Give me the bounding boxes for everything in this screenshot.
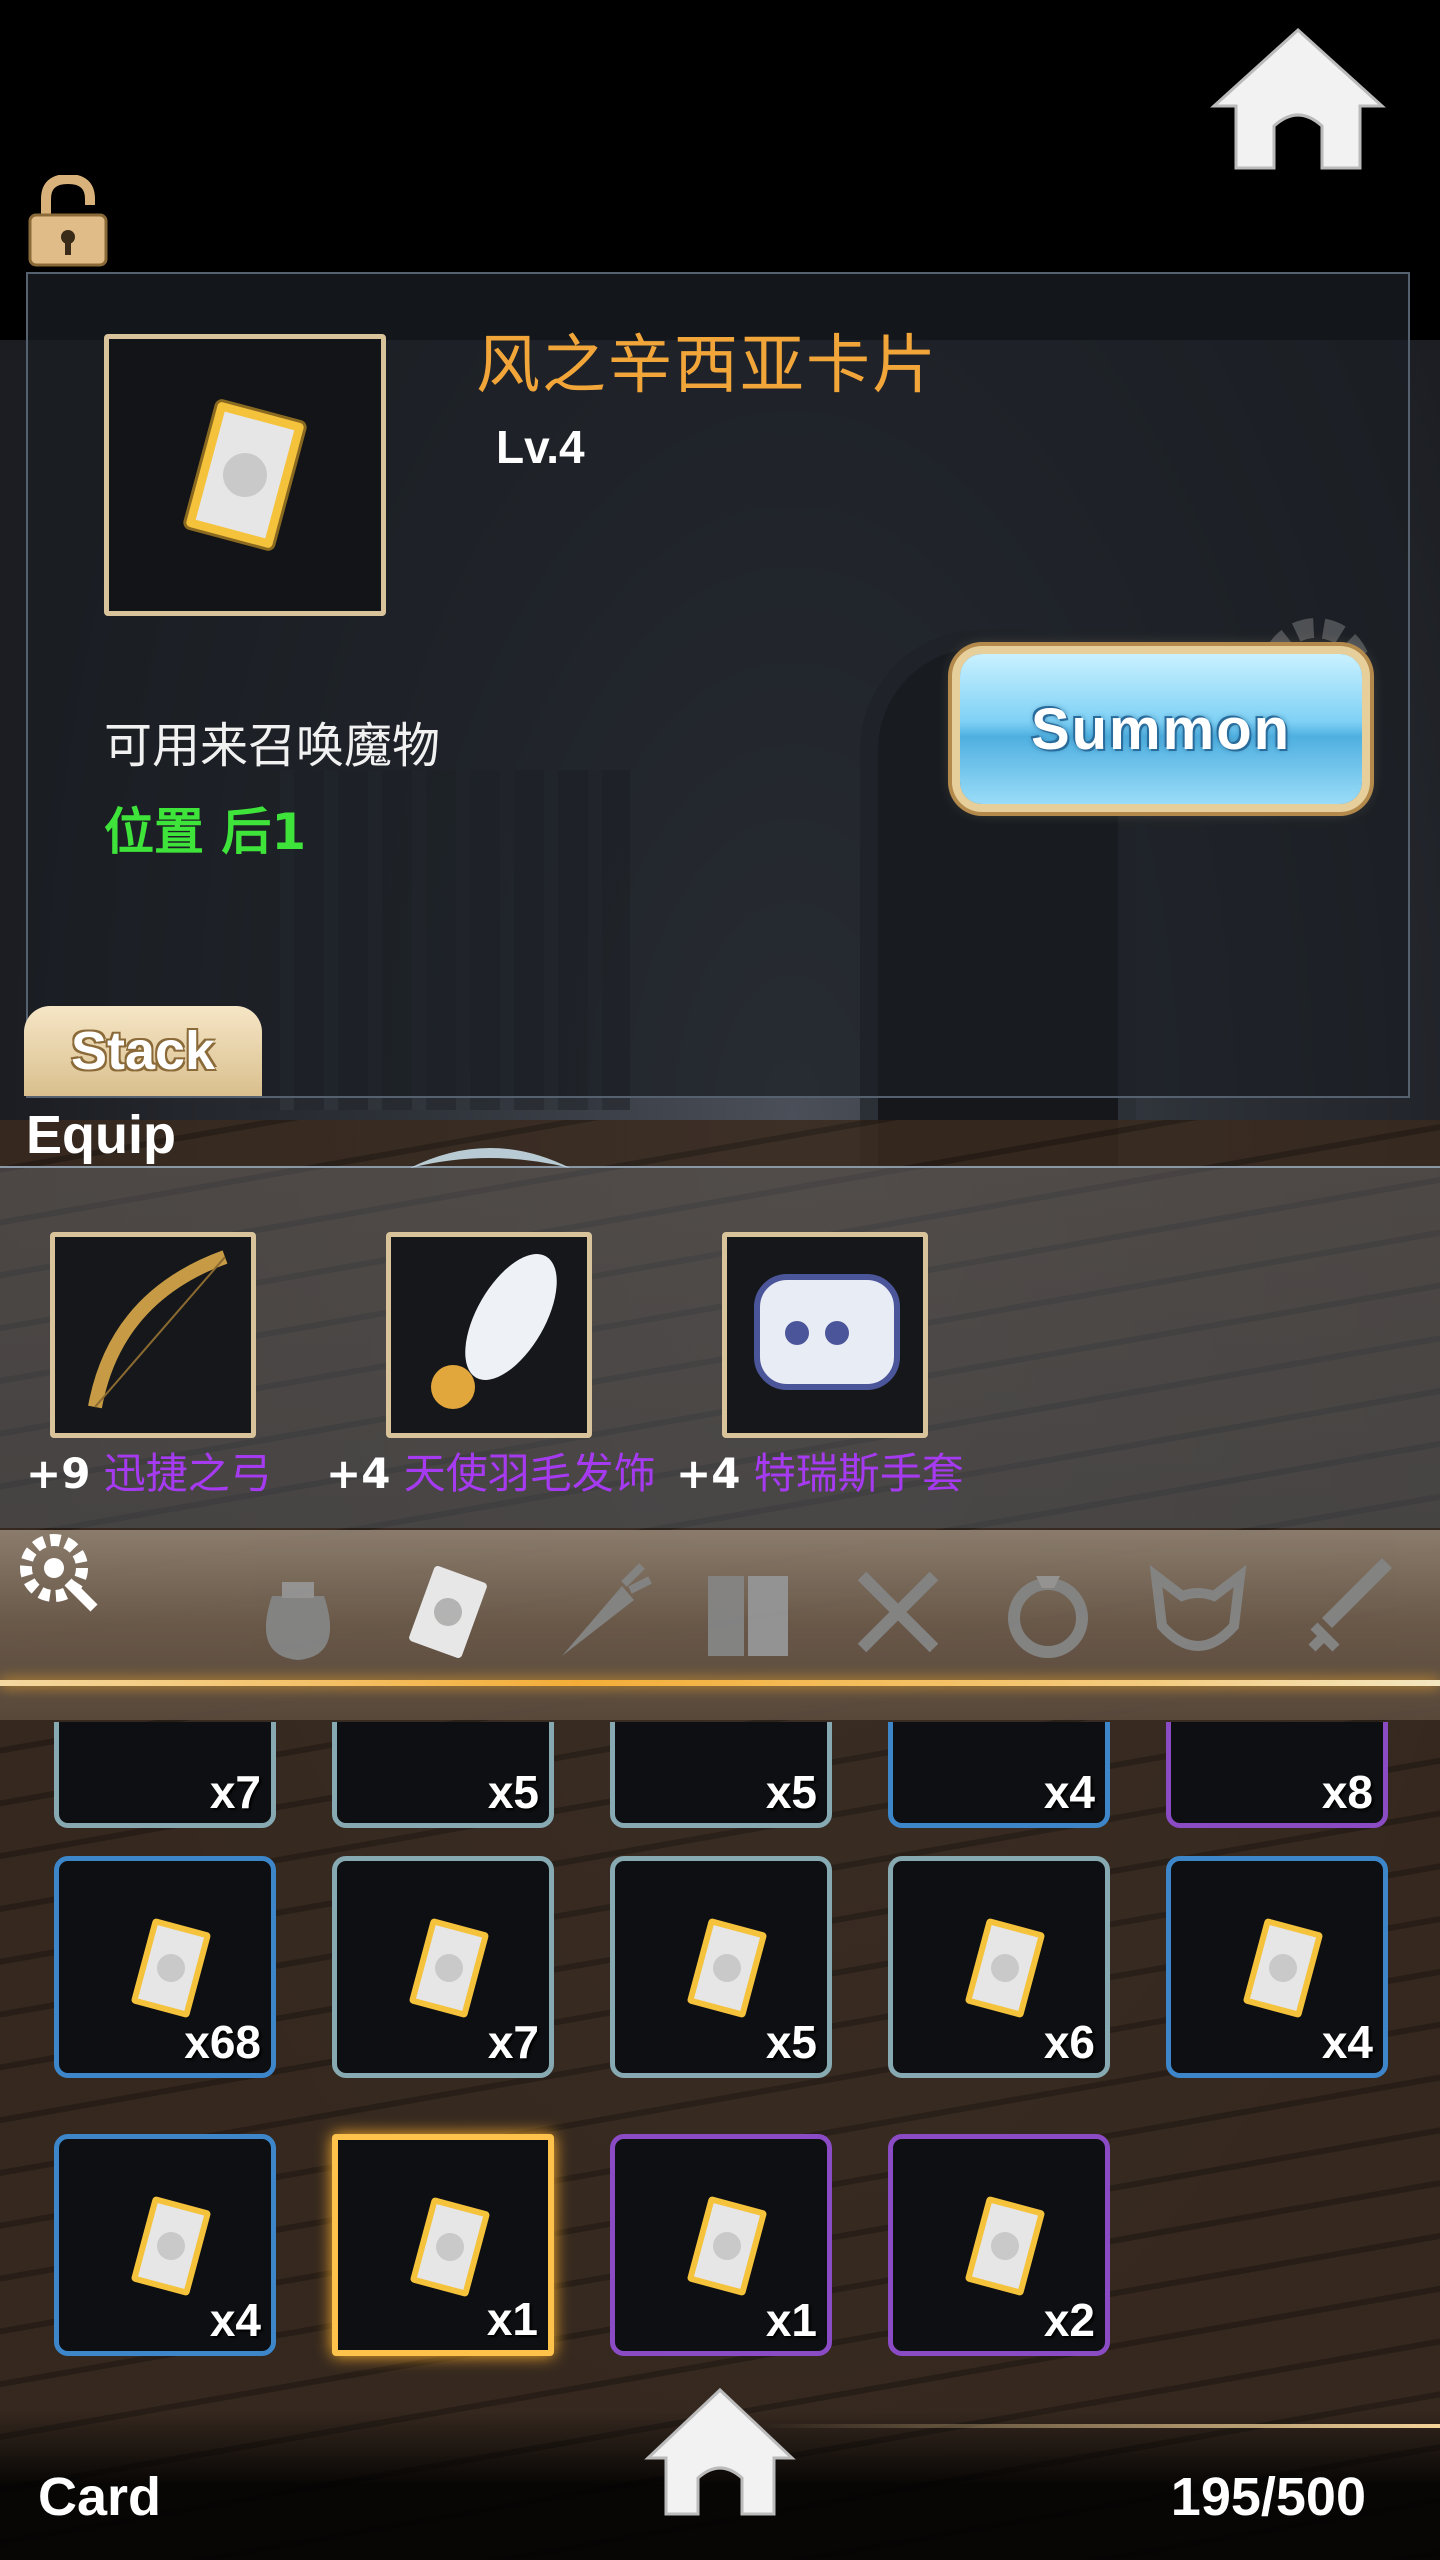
inventory-slot[interactable]: x4: [888, 1722, 1110, 1828]
equip-name-2: +4 天使羽毛发饰: [326, 1440, 656, 1501]
item-count: x6: [1043, 2016, 1095, 2068]
inventory-slot[interactable]: x68: [54, 1856, 276, 2078]
bottom-divider: [760, 2424, 1440, 2428]
item-count: x7: [209, 1766, 261, 1818]
section-label: Card: [38, 2467, 162, 2527]
inventory-slot-selected[interactable]: x1: [332, 2134, 554, 2356]
item-level: Lv.4: [496, 421, 585, 473]
summon-button[interactable]: Summon: [960, 654, 1362, 804]
inventory-slot[interactable]: x5: [610, 1856, 832, 2078]
equip-item-name: 特瑞斯手套: [753, 1449, 964, 1498]
inventory-slot[interactable]: x2: [888, 2134, 1110, 2356]
equip-slot-gauntlet[interactable]: [722, 1232, 928, 1438]
item-count: x5: [487, 1766, 539, 1818]
item-count: x1: [486, 2293, 538, 2345]
inventory-slot[interactable]: x6: [888, 1856, 1110, 2078]
equip-item-name: 天使羽毛发饰: [403, 1449, 656, 1498]
utensils-icon[interactable]: [842, 1556, 954, 1668]
stack-tab[interactable]: Stack: [24, 1006, 262, 1096]
card-icon: [131, 1918, 211, 2018]
item-count: x68: [184, 2016, 261, 2068]
home-icon[interactable]: [644, 2386, 796, 2518]
inventory-slot[interactable]: x7: [332, 1856, 554, 2078]
item-count: x5: [765, 2016, 817, 2068]
inventory-slot[interactable]: x8: [1166, 1722, 1388, 1828]
equip-plus: +4: [326, 1449, 391, 1498]
carrot-icon[interactable]: [542, 1556, 654, 1668]
ornament-icon: [410, 1148, 570, 1168]
inventory-slot[interactable]: x4: [1166, 1856, 1388, 2078]
inventory-slot[interactable]: x5: [610, 1722, 832, 1828]
item-count: x4: [209, 2294, 261, 2346]
equip-plus: +9: [26, 1449, 91, 1498]
bow-icon: [88, 1250, 228, 1409]
card-icon: [409, 1918, 489, 2018]
item-count: x2: [1043, 2294, 1095, 2346]
card-icon: [183, 399, 307, 551]
inventory-slot[interactable]: x5: [332, 1722, 554, 1828]
card-icon: [1243, 1918, 1323, 2018]
book-icon[interactable]: [692, 1556, 804, 1668]
equip-slot-bow[interactable]: [50, 1232, 256, 1438]
inventory-grid: x7 x5 x5 x4 x8 x68 x7 x5 x6 x4 x4 x1 x1 …: [0, 1722, 1440, 2442]
card-icon[interactable]: [392, 1556, 504, 1668]
item-count: x1: [765, 2294, 817, 2346]
unlock-icon[interactable]: [26, 175, 110, 267]
inventory-slot[interactable]: x4: [54, 2134, 276, 2356]
card-icon: [965, 2196, 1045, 2296]
item-description: 可用来召唤魔物: [104, 718, 441, 774]
item-count: x4: [1321, 2016, 1373, 2068]
equip-name-1: +9 迅捷之弓: [26, 1440, 272, 1501]
item-count: x8: [1321, 1766, 1373, 1818]
cat-ears-icon[interactable]: [1142, 1556, 1254, 1668]
item-count: x7: [487, 2016, 539, 2068]
inventory-slot[interactable]: x7: [54, 1722, 276, 1828]
item-name: 风之辛西亚卡片: [476, 329, 938, 403]
settings-icon[interactable]: [12, 1526, 102, 1616]
card-icon: [687, 1918, 767, 2018]
item-count: x4: [1043, 1766, 1095, 1818]
equip-slot-hairpin[interactable]: [386, 1232, 592, 1438]
gold-divider: [0, 1680, 1440, 1686]
sword-icon[interactable]: [1292, 1556, 1404, 1668]
equip-item-name: 迅捷之弓: [103, 1449, 272, 1498]
card-icon: [965, 1918, 1045, 2018]
category-bar: [0, 1530, 1440, 1720]
card-icon: [687, 2196, 767, 2296]
item-position: 位置 后1: [104, 803, 307, 861]
item-icon-frame: [104, 334, 386, 616]
equip-label: Equip: [26, 1105, 176, 1165]
bag-icon[interactable]: [242, 1556, 354, 1668]
feather-hairpin-icon: [431, 1254, 557, 1409]
card-icon: [131, 2196, 211, 2296]
gauntlet-icon: [754, 1274, 900, 1390]
inventory-capacity: 195/500: [1170, 2467, 1366, 2527]
home-icon[interactable]: [1210, 26, 1386, 172]
equip-name-3: +4 特瑞斯手套: [676, 1440, 964, 1501]
item-count: x5: [765, 1766, 817, 1818]
equip-plus: +4: [676, 1449, 741, 1498]
card-icon: [410, 2197, 490, 2297]
inventory-slot[interactable]: x1: [610, 2134, 832, 2356]
ring-icon[interactable]: [992, 1556, 1104, 1668]
